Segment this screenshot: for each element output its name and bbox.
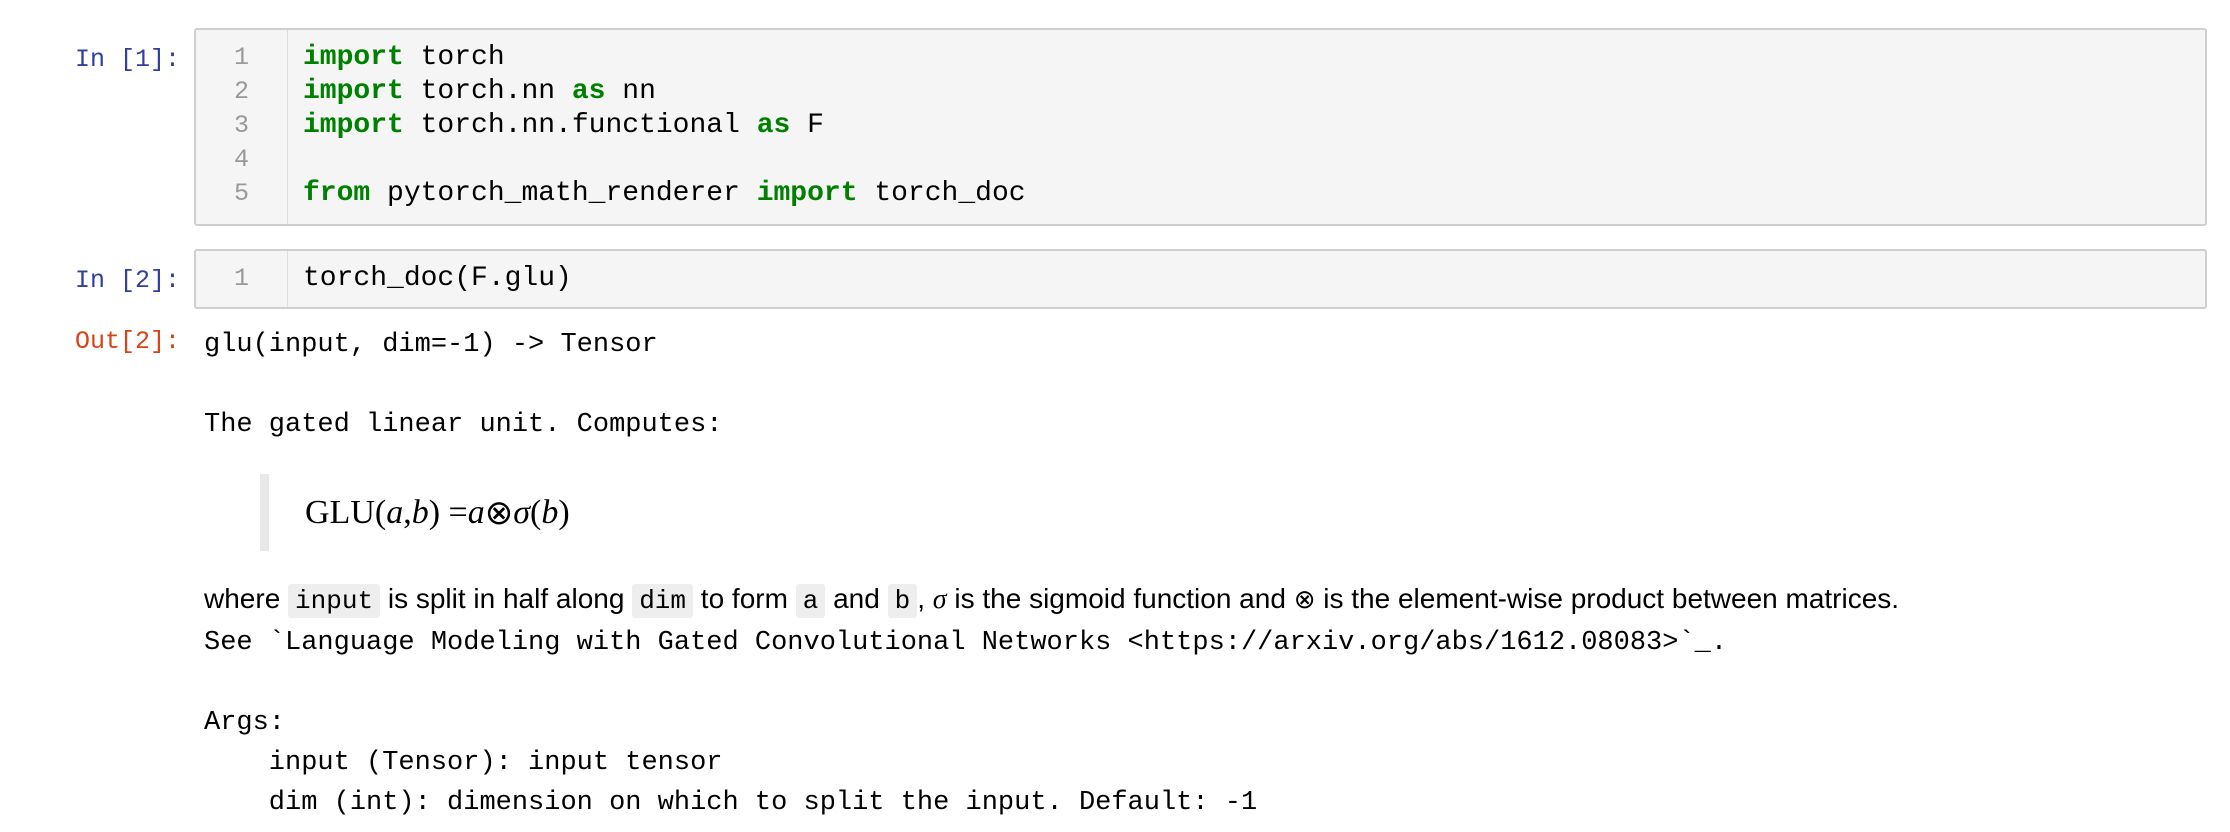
cell-2-prompt: In [2]: <box>74 266 180 295</box>
formula-var-b: b <box>541 493 559 531</box>
doc-summary: The gated linear unit. Computes: <box>204 410 723 440</box>
line-number: 3 <box>233 111 249 140</box>
keyword: as <box>571 76 606 107</box>
text: is the sigmoid function and <box>946 583 1294 614</box>
code-text: torch.nn.functional <box>403 110 757 141</box>
code-text: pytorch_math_renderer <box>370 178 757 209</box>
keyword: import <box>303 110 404 141</box>
formula-comma: , <box>403 493 412 531</box>
otimes-symbol: ⊗ <box>1293 585 1316 615</box>
inline-code: a <box>795 584 826 618</box>
formula-paren: ) <box>558 493 570 531</box>
cell-2-code-editor[interactable]: 1 torch_doc(F.glu) <box>194 249 2207 309</box>
line-number-gutter: 1 2 3 4 5 <box>196 30 288 224</box>
code-line: from pytorch_math_renderer import torch_… <box>303 177 2205 211</box>
keyword: import <box>303 42 404 73</box>
code-text: torch <box>403 42 505 73</box>
line-number: 5 <box>233 179 249 208</box>
keyword: import <box>756 178 858 209</box>
text: is the element-wise product between matr… <box>1315 583 1900 614</box>
formula-sigma: σ <box>513 493 530 531</box>
text: , <box>917 583 933 614</box>
text: is split in half along <box>380 583 633 614</box>
code-line: import torch.nn.functional as F <box>303 109 2205 143</box>
cell-1-code-editor[interactable]: 1 2 3 4 5 import torch import torch.nn a… <box>194 28 2207 226</box>
keyword: import <box>303 76 404 107</box>
code-line: import torch <box>303 41 2205 75</box>
line-number: 1 <box>233 264 249 293</box>
text: to form <box>693 583 796 614</box>
inline-code: input <box>288 584 381 618</box>
text: where <box>204 583 289 614</box>
doc-arg-dim: dim (int): dimension on which to split t… <box>204 788 1258 818</box>
formula-var-a: a <box>467 493 485 531</box>
output-prompt: Out[2]: <box>74 327 180 356</box>
doc-signature: glu(input, dim=-1) -> Tensor <box>204 330 658 360</box>
math-formula: GLU(a, b) = a ⊗ σ(b) <box>260 474 570 551</box>
line-number-gutter: 1 <box>196 251 288 307</box>
line-number: 4 <box>233 145 249 174</box>
code-line: import torch.nn as nn <box>303 75 2205 109</box>
code-text: torch.nn <box>403 76 572 107</box>
formula-otimes: ⊗ <box>484 494 514 532</box>
inline-code: dim <box>632 584 694 618</box>
code-text: torch_doc <box>857 178 1026 209</box>
formula-var-b: b <box>411 493 429 531</box>
keyword: from <box>303 178 371 209</box>
formula-equals: ) = <box>428 493 468 531</box>
cell-1-prompt: In [1]: <box>74 45 180 74</box>
line-number: 2 <box>233 77 249 106</box>
keyword: as <box>756 110 791 141</box>
sigma-symbol: σ <box>932 584 947 615</box>
code-area[interactable]: torch_doc(F.glu) <box>288 251 2205 307</box>
doc-see-reference: See `Language Modeling with Gated Convol… <box>204 628 1728 658</box>
formula-var-a: a <box>386 493 404 531</box>
doc-where-sentence: where input is split in half along dim t… <box>204 579 1899 621</box>
code-line: torch_doc(F.glu) <box>303 263 572 294</box>
inline-code: b <box>887 584 918 618</box>
text: and <box>825 583 888 614</box>
formula-lhs: GLU( <box>305 493 387 531</box>
doc-args-header: Args: <box>204 708 286 738</box>
formula-paren: ( <box>529 493 542 531</box>
code-text: nn <box>605 76 656 107</box>
line-number: 1 <box>233 43 249 72</box>
code-text: F <box>790 110 824 141</box>
code-area[interactable]: import torch import torch.nn as nn impor… <box>288 30 2205 224</box>
doc-arg-input: input (Tensor): input tensor <box>204 748 723 778</box>
